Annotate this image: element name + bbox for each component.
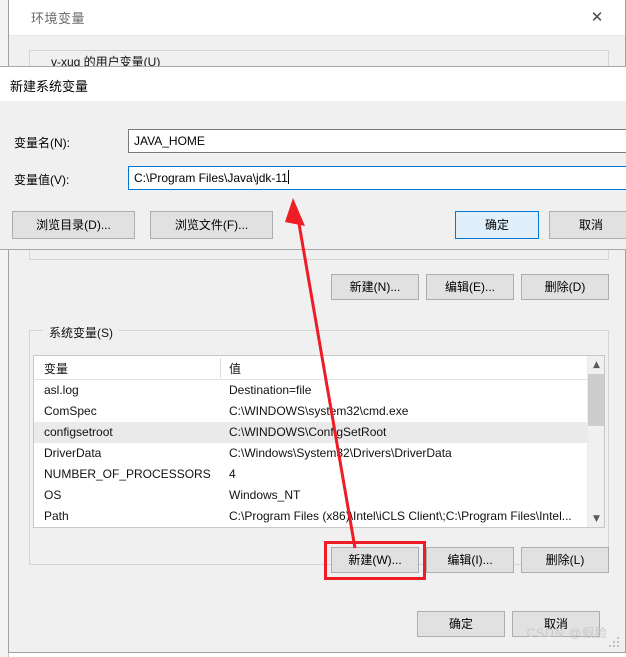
cell-variable: OS: [44, 488, 62, 502]
cell-value: 4: [229, 467, 236, 481]
chevron-down-icon[interactable]: ▼: [588, 510, 604, 527]
table-row[interactable]: Path C:\Program Files (x86)\Intel\iCLS C…: [34, 506, 604, 527]
window-titlebar: 环境变量 ✕: [9, 0, 625, 36]
cell-variable: configsetroot: [44, 425, 113, 439]
browse-directory-button[interactable]: 浏览目录(D)...: [12, 211, 135, 239]
column-header-value[interactable]: 值: [229, 360, 241, 377]
cell-variable: asl.log: [44, 383, 79, 397]
cell-value: C:\Program Files (x86)\Intel\iCLS Client…: [229, 509, 572, 523]
variable-name-label: 变量名(N):: [14, 136, 70, 150]
variable-value-label: 变量值(V):: [14, 173, 70, 187]
table-row[interactable]: OS Windows_NT: [34, 485, 604, 506]
table-body: asl.log Destination=file ComSpec C:\WIND…: [34, 380, 604, 527]
window-ok-button[interactable]: 确定: [417, 611, 505, 637]
table-row[interactable]: asl.log Destination=file: [34, 380, 604, 401]
table-row-selected[interactable]: configsetroot C:\WINDOWS\ConfigSetRoot: [34, 422, 604, 443]
new-dialog-titlebar: [0, 67, 626, 101]
cell-variable: Path: [44, 509, 69, 523]
new-dialog-title: 新建系统变量: [10, 79, 89, 94]
cell-value: C:\WINDOWS\system32\cmd.exe: [229, 404, 409, 418]
resize-grip-icon[interactable]: [609, 637, 621, 649]
column-divider[interactable]: [220, 358, 221, 378]
table-header: 变量 值: [34, 356, 604, 380]
system-delete-button[interactable]: 删除(L): [521, 547, 609, 573]
system-new-button[interactable]: 新建(W)...: [331, 547, 419, 573]
system-edit-button[interactable]: 编辑(I)...: [426, 547, 514, 573]
scrollbar-thumb[interactable]: [588, 374, 604, 426]
table-row[interactable]: NUMBER_OF_PROCESSORS 4: [34, 464, 604, 485]
variable-value-text: C:\Program Files\Java\jdk-11: [134, 171, 288, 185]
window-title: 环境变量: [31, 11, 86, 26]
cell-value: C:\Windows\System32\Drivers\DriverData: [229, 446, 452, 460]
variable-value-input[interactable]: C:\Program Files\Java\jdk-11: [128, 166, 626, 190]
table-vertical-scrollbar[interactable]: ▲ ▼: [587, 356, 604, 527]
system-variables-table[interactable]: 变量 值 asl.log Destination=file ComSpec C:…: [33, 355, 605, 528]
cell-variable: NUMBER_OF_PROCESSORS: [44, 467, 211, 481]
table-row[interactable]: ComSpec C:\WINDOWS\system32\cmd.exe: [34, 401, 604, 422]
column-header-variable[interactable]: 变量: [44, 360, 68, 377]
cell-value: Destination=file: [229, 383, 312, 397]
user-delete-button[interactable]: 删除(D): [521, 274, 609, 300]
user-new-button[interactable]: 新建(N)...: [331, 274, 419, 300]
cell-variable: ComSpec: [44, 404, 97, 418]
system-variables-label: 系统变量(S): [43, 324, 119, 341]
watermark: CSDN @假脸: [526, 626, 608, 640]
window-ok-button-wrap: 确定: [417, 611, 505, 637]
chevron-up-icon[interactable]: ▲: [588, 356, 604, 373]
user-edit-button[interactable]: 编辑(E)...: [426, 274, 514, 300]
dialog-cancel-button[interactable]: 取消: [549, 211, 626, 239]
screenshot-root: 环境变量 ✕ v-xug 的用户变量(U) 新建(N)... 编辑(E)... …: [0, 0, 626, 657]
text-caret: [287, 170, 289, 184]
cell-value: C:\WINDOWS\ConfigSetRoot: [229, 425, 387, 439]
cell-variable: DriverData: [44, 446, 102, 460]
close-icon[interactable]: ✕: [575, 2, 619, 32]
table-row[interactable]: DriverData C:\Windows\System32\Drivers\D…: [34, 443, 604, 464]
dialog-ok-button[interactable]: 确定: [455, 211, 539, 239]
cell-value: Windows_NT: [229, 488, 301, 502]
variable-name-input[interactable]: JAVA_HOME: [128, 129, 626, 153]
browse-file-button[interactable]: 浏览文件(F)...: [150, 211, 273, 239]
